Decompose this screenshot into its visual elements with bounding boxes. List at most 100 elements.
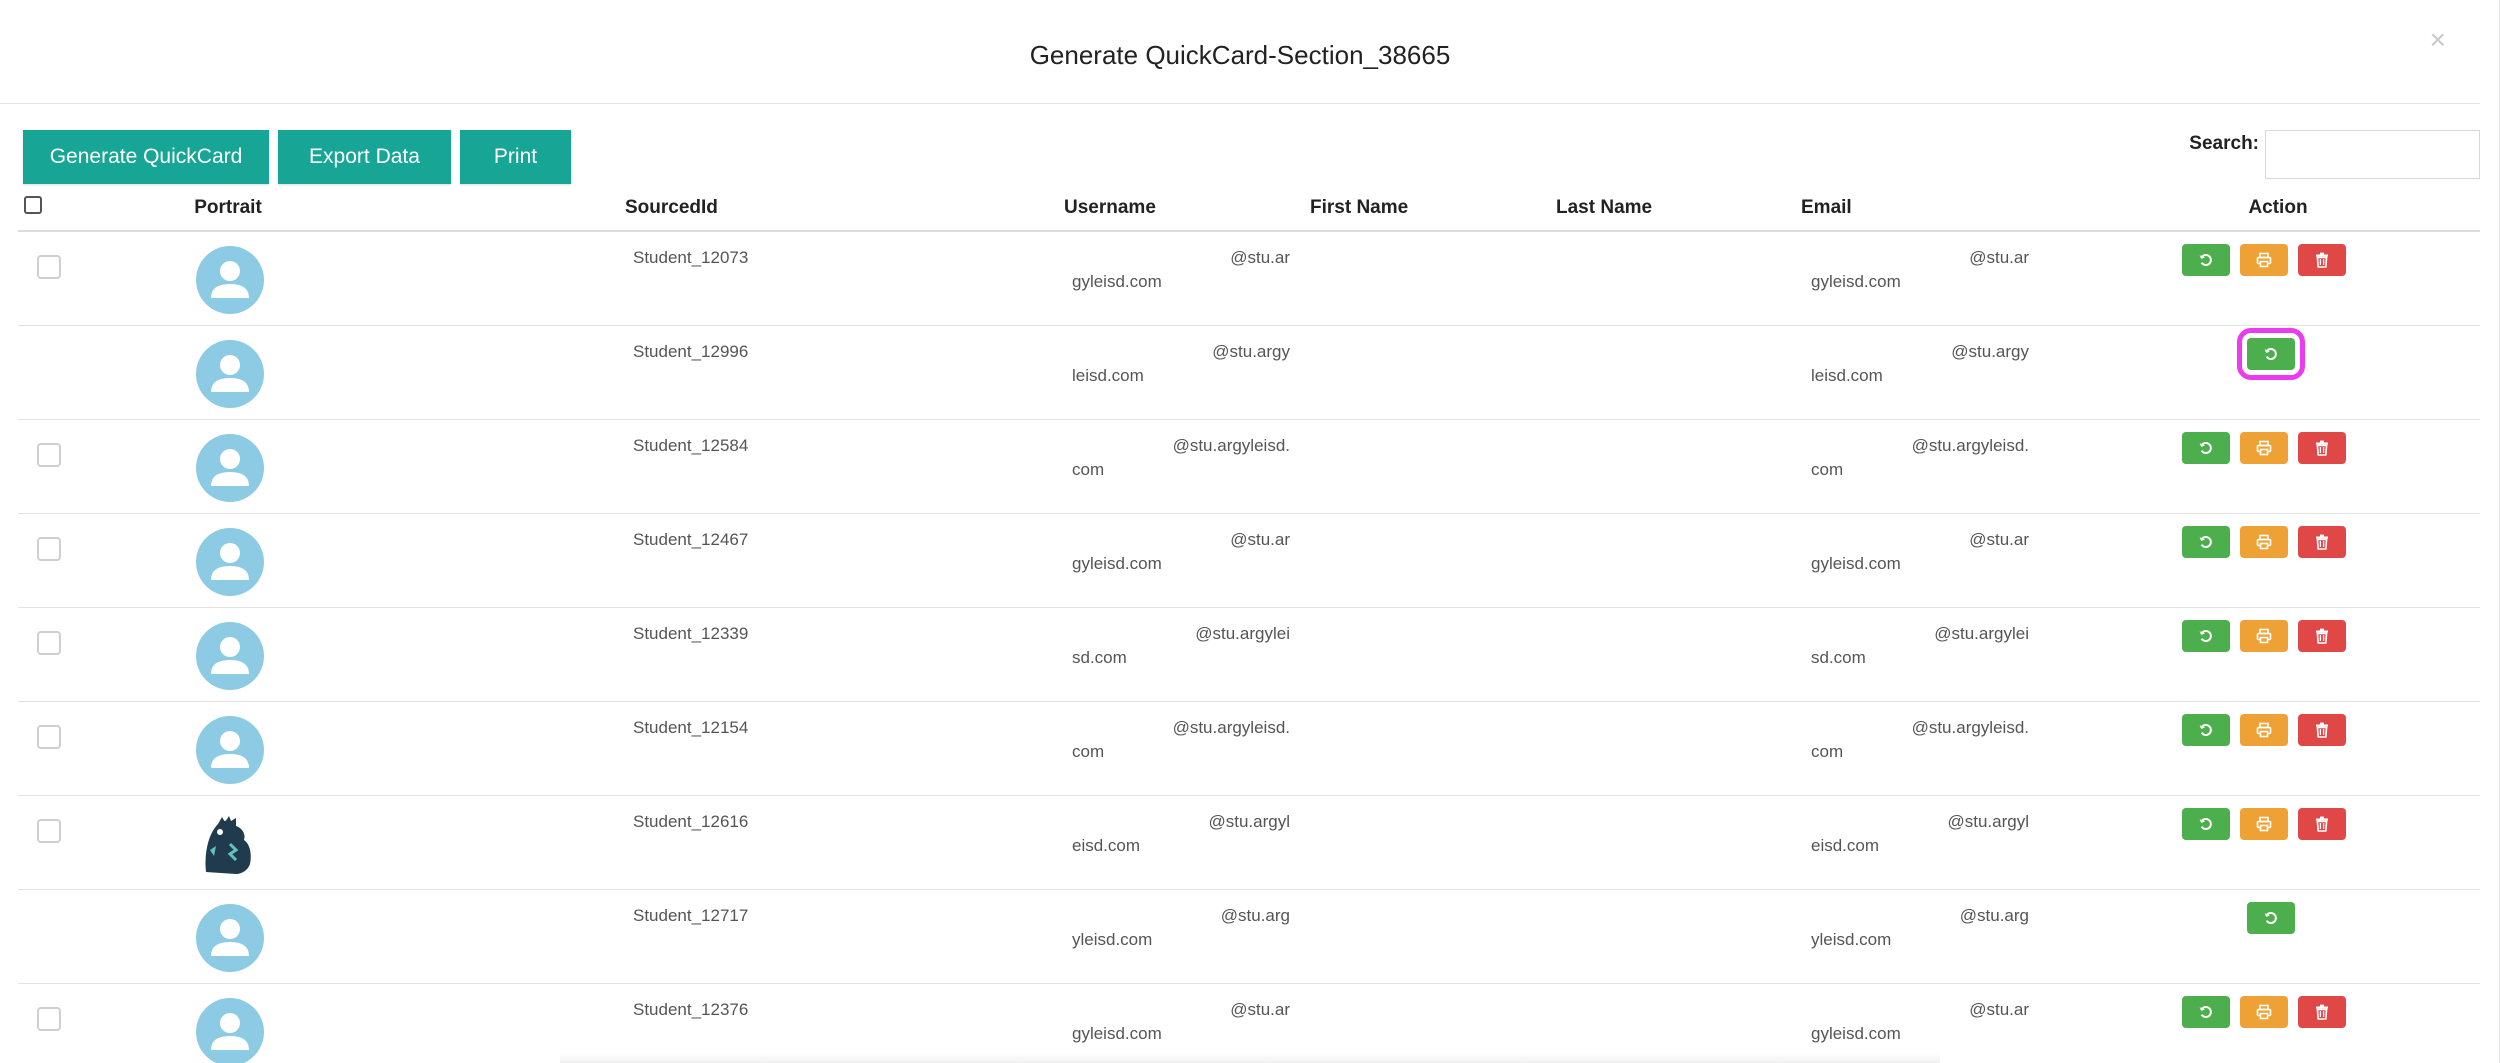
header-lastname: Last Name [1556, 197, 1653, 218]
reset-icon[interactable] [2237, 328, 2305, 380]
print-icon[interactable] [2240, 808, 2288, 840]
reset-icon[interactable] [2182, 432, 2230, 464]
row-actions [2182, 996, 2346, 1028]
students-table: Portrait SourcedId Username First Name L… [18, 192, 2480, 1063]
email-cell: @stu.argyleisd.com [1811, 528, 2029, 576]
print-icon[interactable] [2240, 620, 2288, 652]
sourcedid-cell: Student_12467 [633, 530, 749, 549]
table-body: Student_12073 @stu.ar gyleisd.com @stu.ar gy… [18, 232, 2480, 1063]
table-row: Student_12996 @stu.argy leisd.com @stu.argy… [18, 326, 2480, 420]
username-line1: @stu.ar [1230, 530, 1290, 549]
row-actions [2182, 620, 2346, 652]
reset-icon[interactable] [2247, 902, 2295, 934]
email-cell: @stu.argyleisd.com [1811, 716, 2029, 764]
email-line1: @stu.argyl [1947, 812, 2029, 831]
reset-icon[interactable] [2182, 526, 2230, 558]
table-row: Student_12154 @stu.argyleisd. com @stu.argy… [18, 702, 2480, 796]
username-line1: @stu.argyleisd. [1172, 718, 1290, 737]
username-line1: @stu.argyleisd. [1172, 436, 1290, 455]
reset-icon[interactable] [2182, 244, 2230, 276]
username-cell: @stu.ar gyleisd.com [1072, 528, 1290, 576]
trash-icon[interactable] [2298, 526, 2346, 558]
email-cell: @stu.argyleisd.com [1811, 998, 2029, 1046]
email-line2: yleisd.com [1811, 930, 1892, 949]
reset-icon[interactable] [2182, 808, 2230, 840]
row-actions [2182, 432, 2346, 464]
row-checkbox[interactable] [37, 255, 61, 279]
reset-icon[interactable] [2182, 996, 2230, 1028]
username-line1: @stu.argylei [1195, 624, 1290, 643]
username-line2: eisd.com [1072, 836, 1141, 855]
user-avatar-icon [196, 434, 264, 502]
header-action: Action [2248, 197, 2308, 218]
row-actions [2182, 808, 2346, 840]
reset-icon[interactable] [2182, 620, 2230, 652]
email-line1: @stu.argyleisd. [1911, 718, 2029, 737]
trash-icon[interactable] [2298, 244, 2346, 276]
trash-icon[interactable] [2298, 714, 2346, 746]
header-sourcedid: SourcedId [625, 197, 718, 218]
username-cell: @stu.argyleisd.com [1072, 622, 1290, 670]
user-avatar-icon [196, 246, 264, 314]
modal-title: Generate QuickCard-Section_38665 [1029, 40, 1451, 70]
close-icon[interactable]: × [2430, 26, 2446, 54]
trash-icon[interactable] [2298, 620, 2346, 652]
username-line1: @stu.argyl [1208, 812, 1290, 831]
username-cell: @stu.argyl eisd.com [1072, 810, 1290, 858]
email-line1: @stu.argy [1951, 342, 2029, 361]
row-actions [2237, 328, 2305, 380]
trash-icon[interactable] [2298, 996, 2346, 1028]
username-cell: @stu.argyleisd.com [1072, 716, 1290, 764]
sourcedid-cell: Student_12073 [633, 248, 749, 267]
row-actions [2247, 902, 2295, 934]
username-line2: yleisd.com [1072, 930, 1153, 949]
print-button[interactable]: Print [460, 130, 571, 184]
row-checkbox[interactable] [37, 443, 61, 467]
username-line2: gyleisd.com [1072, 1024, 1162, 1043]
reset-icon[interactable] [2182, 714, 2230, 746]
row-checkbox[interactable] [37, 725, 61, 749]
scroll-shadow [560, 1053, 1940, 1063]
print-icon[interactable] [2240, 996, 2288, 1028]
print-icon[interactable] [2240, 714, 2288, 746]
email-line2: gyleisd.com [1811, 272, 1901, 291]
email-line2: sd.com [1811, 648, 1866, 667]
email-cell: @stu.argyleisd.com [1811, 622, 2029, 670]
email-line1: @stu.ar [1969, 1000, 2029, 1019]
table-row: Student_12073 @stu.ar gyleisd.com @stu.ar gy… [18, 232, 2480, 326]
table-row: Student_12717 @stu.arg yleisd.com @stu.arg y… [18, 890, 2480, 984]
header-username: Username [1064, 197, 1156, 218]
header-portrait: Portrait [194, 197, 262, 218]
trash-icon[interactable] [2298, 808, 2346, 840]
trash-icon[interactable] [2298, 432, 2346, 464]
username-cell: @stu.arg yleisd.com [1072, 904, 1290, 952]
row-checkbox[interactable] [37, 537, 61, 561]
search-label: Search: [2189, 133, 2259, 154]
table-row: Student_12467 @stu.ar gyleisd.com @stu.ar gy… [18, 514, 2480, 608]
row-checkbox[interactable] [37, 1007, 61, 1031]
search-input[interactable] [2265, 130, 2480, 179]
toolbar: Generate QuickCard Export Data Print [23, 130, 571, 184]
print-icon[interactable] [2240, 432, 2288, 464]
header-firstname: First Name [1310, 197, 1409, 218]
generate-quickcard-button[interactable]: Generate QuickCard [23, 130, 269, 184]
user-avatar-icon [196, 528, 264, 596]
row-checkbox[interactable] [37, 631, 61, 655]
sourcedid-cell: Student_12154 [633, 718, 749, 737]
username-line2: gyleisd.com [1072, 554, 1162, 573]
email-cell: @stu.argyleisd.com [1811, 434, 2029, 482]
sourcedid-cell: Student_12376 [633, 1000, 749, 1019]
search-area: Search: [2189, 130, 2480, 179]
print-icon[interactable] [2240, 526, 2288, 558]
sourcedid-cell: Student_12616 [633, 812, 749, 831]
email-line1: @stu.arg [1959, 906, 2029, 925]
row-actions [2182, 714, 2346, 746]
username-line1: @stu.ar [1230, 248, 1290, 267]
print-icon[interactable] [2240, 244, 2288, 276]
export-data-button[interactable]: Export Data [278, 130, 451, 184]
username-line1: @stu.arg [1220, 906, 1290, 925]
select-all-checkbox[interactable] [24, 196, 42, 214]
username-line2: gyleisd.com [1072, 272, 1162, 291]
row-checkbox[interactable] [37, 819, 61, 843]
username-cell: @stu.ar gyleisd.com [1072, 246, 1290, 294]
